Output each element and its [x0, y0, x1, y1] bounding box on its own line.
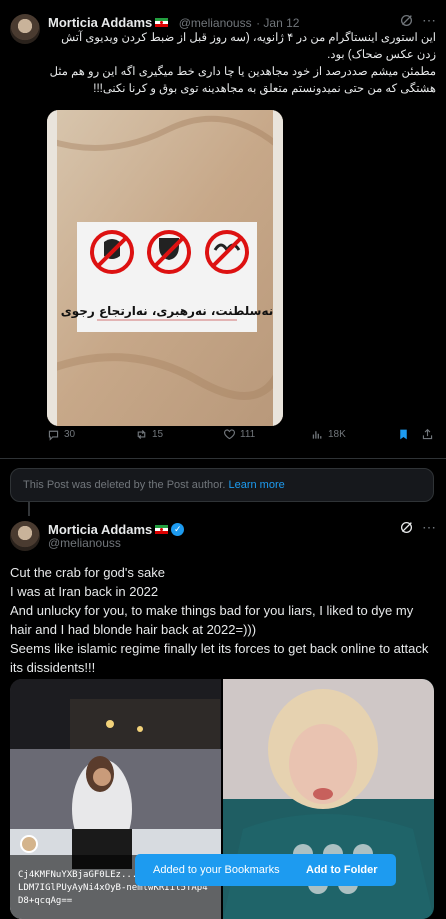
author-name[interactable]: Morticia Addams — [48, 522, 152, 537]
thread-line — [28, 502, 30, 516]
add-to-folder-button[interactable]: Add to Folder — [306, 864, 378, 876]
post-line-4: Seems like islamic regime finally let it… — [10, 641, 429, 675]
more-options-icon[interactable]: ⋯ — [422, 12, 436, 29]
like-count: 111 — [240, 428, 256, 440]
views-count: 18K — [328, 428, 346, 440]
bookmark-filled-icon — [400, 429, 407, 439]
post-line-3: And unlucky for you, to make things bad … — [10, 603, 414, 637]
post-text-line2: مطمئن میشم صددرصد از خود مجاهدین یا چا د… — [49, 66, 436, 95]
poster-text: نەسلطنت، نەرهبری، نەارتجاع رجوی — [61, 304, 274, 319]
deleted-text: This Post was deleted by the Post author… — [23, 479, 226, 491]
post-image[interactable]: نەسلطنت، نەرهبری، نەارتجاع رجوی — [47, 110, 283, 426]
reply-icon — [48, 430, 59, 441]
snap-avatar-icon — [20, 835, 38, 853]
author-handle[interactable]: @melianouss — [179, 16, 252, 30]
grok-icon[interactable] — [400, 521, 413, 539]
reply-button[interactable]: 30 — [47, 428, 75, 441]
more-options-icon[interactable]: ⋯ — [422, 519, 436, 536]
deleted-post-notice: This Post was deleted by the Post author… — [10, 468, 434, 502]
divider — [0, 458, 446, 459]
post-text-line1: این استوری اینستاگرام من در ۴ ژانویه، (س… — [61, 32, 436, 61]
share-button[interactable] — [421, 428, 434, 441]
verified-badge-icon: ✓ — [171, 523, 185, 537]
iran-flag-icon — [155, 18, 169, 28]
post-text: Cut the crab for god's sake I was at Ira… — [10, 563, 436, 677]
heart-icon — [224, 428, 235, 439]
avatar[interactable] — [10, 521, 40, 551]
views-button[interactable]: 18K — [311, 428, 346, 441]
toast-message: Added to your Bookmarks — [153, 864, 280, 876]
author-handle[interactable]: @melianouss — [48, 536, 121, 550]
post-date[interactable]: Jan 12 — [263, 16, 299, 30]
learn-more-link[interactable]: Learn more — [228, 479, 284, 491]
repost-count: 15 — [152, 428, 164, 440]
bookmark-button[interactable] — [397, 428, 410, 441]
share-icon — [422, 428, 433, 439]
repost-button[interactable]: 15 — [135, 428, 163, 441]
author-name[interactable]: Morticia Addams — [48, 15, 152, 30]
repost-icon — [137, 429, 146, 439]
bookmark-toast: Added to your Bookmarks Add to Folder — [135, 854, 396, 886]
poster-photo: نەسلطنت، نەرهبری، نەارتجاع رجوی — [47, 110, 283, 426]
iran-flag-icon — [155, 525, 169, 535]
post-line-1: Cut the crab for god's sake — [10, 565, 165, 580]
views-icon — [312, 430, 322, 439]
like-button[interactable]: 111 — [223, 428, 255, 441]
reply-count: 30 — [64, 428, 76, 440]
avatar[interactable] — [10, 14, 40, 44]
post-line-2: I was at Iran back in 2022 — [10, 584, 159, 599]
